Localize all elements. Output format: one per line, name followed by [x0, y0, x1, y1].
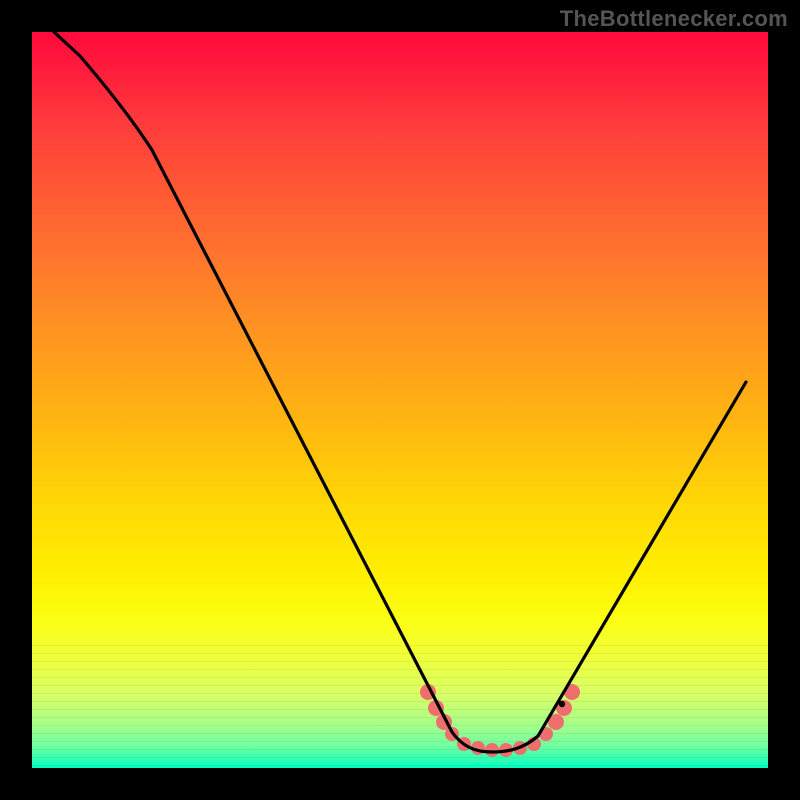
bottleneck-curve: [32, 32, 768, 768]
curve-path: [54, 32, 746, 752]
plot-area: [32, 32, 768, 768]
valley-marker: [420, 684, 580, 757]
inflection-dot: [559, 701, 565, 707]
attribution-text: TheBottlenecker.com: [560, 6, 788, 32]
